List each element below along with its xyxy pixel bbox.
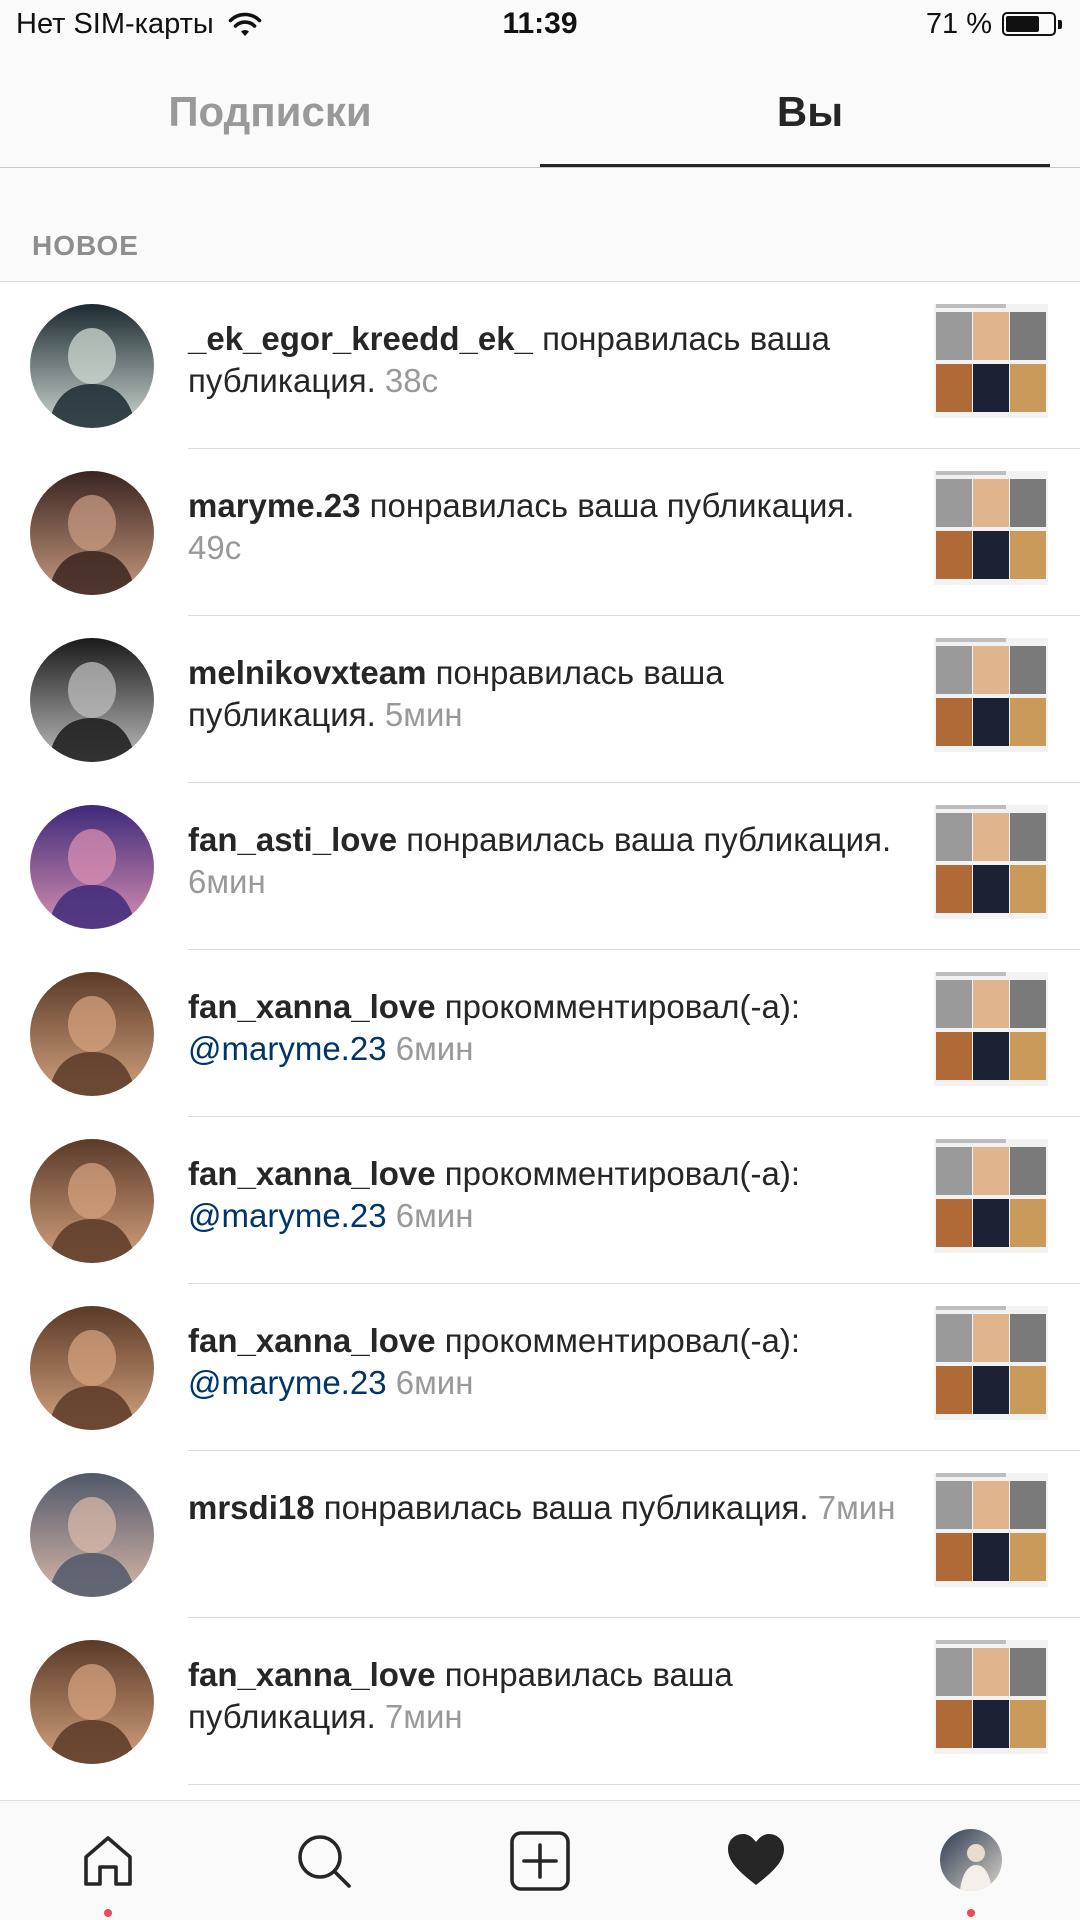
instagram-activity-screen: Нет SIM-карты 11:39 71 % Подписки Вы НОВ… [0,0,1080,1920]
post-thumbnail[interactable] [934,972,1048,1086]
notification-row[interactable]: fan_xanna_love прокомментировал(-а): @ma… [0,950,1080,1117]
post-thumbnail[interactable] [934,1473,1048,1587]
action-text: понравилась ваша публикация. [397,821,892,858]
notification-text: fan_asti_love понравилась ваша публикаци… [188,819,908,903]
notification-row[interactable]: mrsdi18 понравилась ваша публикация. 7ми… [0,1451,1080,1618]
user-avatar[interactable] [30,638,154,762]
notification-text: fan_xanna_love прокомментировал(-а): @ma… [188,1320,908,1404]
notification-row[interactable]: fan_xanna_love понравилась ваша публикац… [0,1618,1080,1785]
notification-row[interactable]: fan_xanna_love прокомментировал(-а): @ma… [0,1117,1080,1284]
post-thumbnail[interactable] [934,1640,1048,1754]
user-avatar[interactable] [30,1306,154,1430]
home-tab[interactable] [78,1831,138,1891]
notification-text: _ek_egor_kreedd_ek_ понравилась ваша пуб… [188,318,908,402]
tab-you[interactable]: Вы [540,56,1080,167]
timestamp: 49с [188,529,242,566]
heart-icon [728,1834,784,1885]
notification-row[interactable]: _ek_egor_kreedd_ek_ понравилась ваша пуб… [0,282,1080,449]
action-text: прокомментировал(-а): [435,988,800,1025]
user-avatar[interactable] [30,1139,154,1263]
mention-link[interactable]: @maryme.23 [188,1030,387,1067]
user-avatar[interactable] [30,805,154,929]
notification-text: mrsdi18 понравилась ваша публикация. 7ми… [188,1487,908,1529]
username-link[interactable]: melnikovxteam [188,654,426,691]
battery-icon [1002,11,1064,38]
notification-text: fan_xanna_love прокомментировал(-а): @ma… [188,986,908,1070]
user-avatar[interactable] [30,471,154,595]
timestamp: 7мин [808,1489,896,1526]
notification-row[interactable]: melnikovxteam понравилась ваша публикаци… [0,616,1080,783]
timestamp: 6мин [188,863,266,900]
search-tab[interactable] [294,1831,354,1891]
activity-tab[interactable] [726,1831,786,1891]
username-link[interactable]: fan_xanna_love [188,1155,436,1192]
home-icon [84,1836,132,1886]
home-notification-dot [104,1909,112,1917]
username-link[interactable]: fan_asti_love [188,821,397,858]
timestamp: 38с [375,362,439,399]
action-text: прокомментировал(-а): [435,1155,800,1192]
notification-text: melnikovxteam понравилась ваша публикаци… [188,652,908,736]
profile-avatar-icon [940,1829,1002,1891]
new-post-tab[interactable] [510,1831,570,1891]
profile-tab[interactable] [940,1829,1002,1891]
notification-text: maryme.23 понравилась ваша публикация. 4… [188,485,908,569]
post-thumbnail[interactable] [934,471,1048,585]
action-text: понравилась ваша публикация. [314,1489,809,1526]
timestamp: 5мин [375,696,463,733]
add-post-icon [510,1831,570,1891]
notification-row[interactable]: maryme.23 понравилась ваша публикация. 4… [0,449,1080,616]
mention-link[interactable]: @maryme.23 [188,1364,387,1401]
username-link[interactable]: _ek_egor_kreedd_ek_ [188,320,533,357]
timestamp: 6мин [386,1197,474,1234]
user-avatar[interactable] [30,972,154,1096]
status-bar: Нет SIM-карты 11:39 71 % [0,0,1080,56]
notification-row[interactable]: fan_xanna_love прокомментировал(-а): @ma… [0,1284,1080,1451]
tab-following[interactable]: Подписки [0,56,540,167]
activity-tabs: Подписки Вы [0,56,1080,168]
timestamp: 6мин [386,1030,474,1067]
section-header: НОВОЕ [0,168,1080,282]
user-avatar[interactable] [30,1473,154,1597]
user-avatar[interactable] [30,1640,154,1764]
post-thumbnail[interactable] [934,638,1048,752]
post-thumbnail[interactable] [934,304,1048,418]
username-link[interactable]: maryme.23 [188,487,360,524]
section-label-new: НОВОЕ [32,230,139,261]
action-text: прокомментировал(-а): [435,1322,800,1359]
post-thumbnail[interactable] [934,1139,1048,1253]
profile-notification-dot [967,1909,975,1917]
timestamp: 7мин [375,1698,463,1735]
clock: 11:39 [502,7,578,40]
username-link[interactable]: mrsdi18 [188,1489,315,1526]
timestamp: 6мин [386,1364,474,1401]
battery-percent: 71 % [925,8,992,40]
username-link[interactable]: fan_xanna_love [188,1322,436,1359]
status-right: 71 % [926,8,1064,41]
mention-link[interactable]: @maryme.23 [188,1197,387,1234]
search-icon [298,1835,351,1888]
notification-text: fan_xanna_love понравилась ваша публикац… [188,1654,908,1738]
post-thumbnail[interactable] [934,805,1048,919]
user-avatar[interactable] [30,304,154,428]
notification-text: fan_xanna_love прокомментировал(-а): @ma… [188,1153,908,1237]
bottom-tab-bar [0,1800,1080,1920]
username-link[interactable]: fan_xanna_love [188,988,436,1025]
username-link[interactable]: fan_xanna_love [188,1656,436,1693]
post-thumbnail[interactable] [934,1306,1048,1420]
notifications-list: _ek_egor_kreedd_ek_ понравилась ваша пуб… [0,282,1080,1785]
active-tab-indicator [540,164,1050,167]
notification-row[interactable]: fan_asti_love понравилась ваша публикаци… [0,783,1080,950]
action-text: понравилась ваша публикация. [360,487,855,524]
